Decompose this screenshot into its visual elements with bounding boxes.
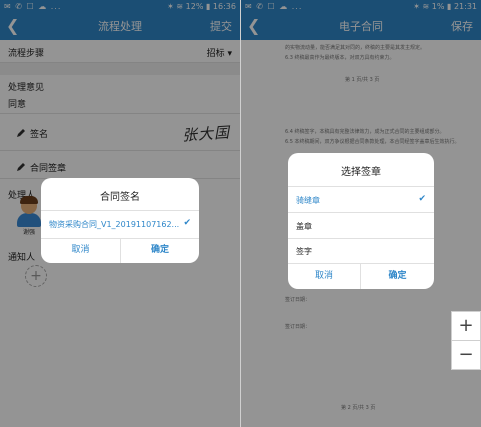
confirm-button[interactable]: 确定	[361, 264, 434, 289]
cancel-button[interactable]: 取消	[288, 264, 360, 289]
contract-sign-dialog: 合同签名 物资采购合同_V1_20191107162... ✔ 取消 确定	[41, 178, 199, 263]
choose-seal-dialog: 选择签章 骑缝章 ✔ 盖章 签字 取消 确定	[288, 153, 434, 289]
option-signature[interactable]: 签字	[288, 239, 434, 263]
option-label: 签字	[296, 247, 312, 256]
check-icon: ✔	[418, 194, 426, 204]
right-screen: ✉ ✆ ☐ ☁ ... ✶ ≋ 1% ▮ 21:31 ❮ 电子合同 保存 的实物…	[241, 0, 481, 427]
dialog-title: 选择签章	[341, 167, 381, 178]
file-name: 物资采购合同_V1_20191107162...	[49, 220, 180, 229]
option-stamp[interactable]: 盖章	[288, 213, 434, 238]
left-screen: ✉ ✆ ☐ ☁ ... ✶ ≋ 12% ▮ 16:36 ❮ 流程处理 提交 流程…	[0, 0, 240, 427]
option-label: 盖章	[296, 222, 312, 231]
file-option[interactable]: 物资采购合同_V1_20191107162... ✔	[41, 211, 199, 237]
check-icon: ✔	[183, 218, 191, 228]
zoom-out-button[interactable]: −	[451, 340, 481, 370]
cancel-button[interactable]: 取消	[41, 238, 120, 263]
dialog-title: 合同签名	[100, 192, 140, 203]
option-riding-seal[interactable]: 骑缝章 ✔	[288, 187, 434, 212]
option-label: 骑缝章	[296, 196, 320, 205]
zoom-in-button[interactable]: +	[451, 311, 481, 341]
confirm-button[interactable]: 确定	[121, 238, 199, 263]
